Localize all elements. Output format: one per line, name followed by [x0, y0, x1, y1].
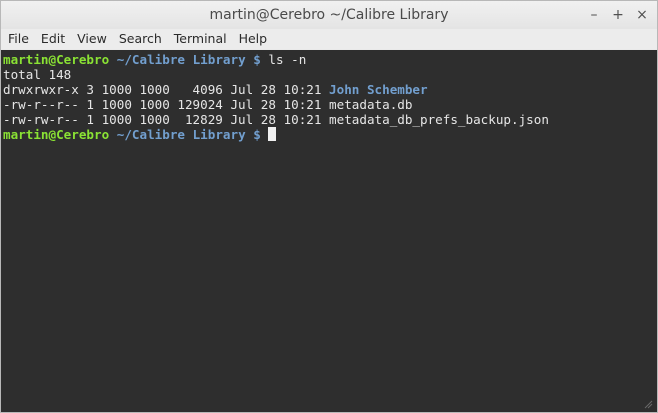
prompt-path: ~/Calibre Library $ [116, 127, 261, 142]
prompt-path: ~/Calibre Library $ [116, 52, 261, 67]
listing-row: -rw-rw-r-- 1 1000 1000 12829 Jul 28 10:2… [3, 112, 657, 127]
listing-row: drwxrwxr-x 3 1000 1000 4096 Jul 28 10:21… [3, 82, 657, 97]
close-button[interactable]: × [635, 5, 649, 25]
title-bar[interactable]: martin@Cerebro ~/Calibre Library – + × [1, 1, 657, 29]
command-text: ls -n [260, 52, 307, 67]
prompt-line: martin@Cerebro ~/Calibre Library $ ls -n [3, 52, 657, 67]
listing-meta: drwxrwxr-x 3 1000 1000 4096 Jul 28 10:21 [3, 82, 330, 97]
terminal-output[interactable]: martin@Cerebro ~/Calibre Library $ ls -n… [1, 50, 657, 412]
listing-file-name: metadata_db_prefs_backup.json [329, 112, 549, 127]
menu-edit[interactable]: Edit [34, 29, 70, 49]
menu-bar: File Edit View Search Terminal Help [1, 29, 657, 49]
prompt-user: martin@Cerebro [3, 52, 110, 67]
listing-meta: -rw-rw-r-- 1 1000 1000 12829 Jul 28 10:2… [3, 112, 330, 127]
terminal-window: martin@Cerebro ~/Calibre Library – + × F… [0, 0, 658, 413]
listing-row: -rw-r--r-- 1 1000 1000 129024 Jul 28 10:… [3, 97, 657, 112]
menu-search[interactable]: Search [112, 29, 167, 49]
menu-terminal[interactable]: Terminal [167, 29, 232, 49]
prompt-line: martin@Cerebro ~/Calibre Library $ [3, 127, 657, 142]
listing-file-name: metadata.db [329, 97, 413, 112]
prompt-user: martin@Cerebro [3, 127, 110, 142]
command-text [261, 127, 269, 142]
menu-help[interactable]: Help [232, 29, 273, 49]
window-title: martin@Cerebro ~/Calibre Library [209, 7, 449, 23]
total-line: total 148 [3, 67, 72, 82]
menu-view[interactable]: View [70, 29, 112, 49]
listing-meta: -rw-r--r-- 1 1000 1000 129024 Jul 28 10:… [3, 97, 330, 112]
minimize-button[interactable]: – [587, 5, 601, 25]
listing-directory-name: John Schember [329, 82, 428, 97]
window-controls: – + × [587, 5, 649, 25]
menu-file[interactable]: File [1, 29, 34, 49]
resize-grip-icon[interactable] [643, 399, 653, 409]
maximize-button[interactable]: + [611, 5, 625, 25]
text-cursor [268, 127, 277, 141]
